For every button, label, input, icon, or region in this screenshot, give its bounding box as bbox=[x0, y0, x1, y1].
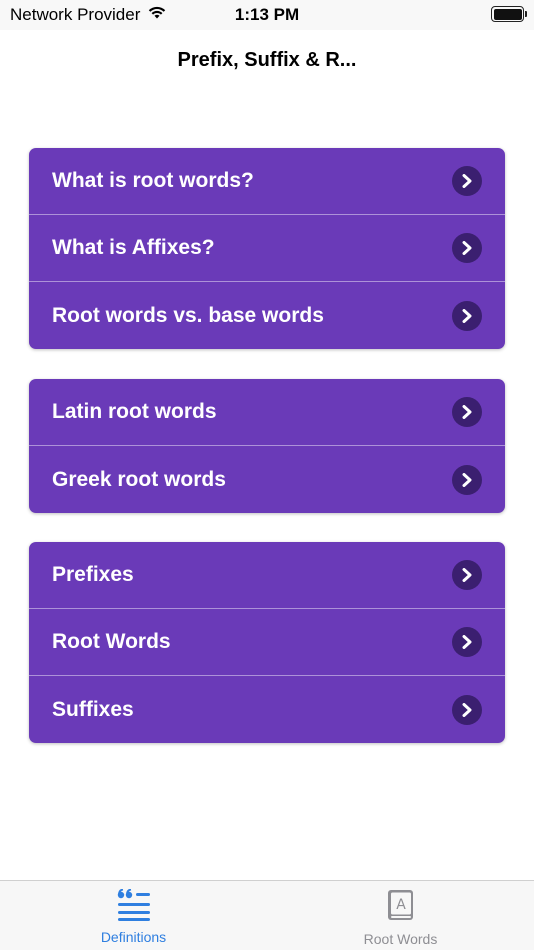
book-icon: A bbox=[386, 890, 416, 927]
list-item-label: What is Affixes? bbox=[52, 236, 215, 259]
quote-list-icon bbox=[116, 888, 152, 925]
list-item-label: Root Words bbox=[52, 630, 171, 653]
menu-group-origins: Latin root words Greek root words bbox=[29, 379, 505, 513]
list-item-root-words[interactable]: Root Words bbox=[29, 609, 505, 676]
list-item-greek-root-words[interactable]: Greek root words bbox=[29, 446, 505, 513]
tab-root-words[interactable]: A Root Words bbox=[267, 889, 534, 947]
list-item-label: Suffixes bbox=[52, 697, 134, 721]
menu-group-definitions: What is root words? What is Affixes? Roo… bbox=[29, 148, 505, 349]
list-item-what-is-affixes[interactable]: What is Affixes? bbox=[29, 215, 505, 282]
chevron-right-icon bbox=[452, 464, 482, 495]
tab-label: Root Words bbox=[363, 931, 438, 947]
list-item-prefixes[interactable]: Prefixes bbox=[29, 542, 505, 609]
chevron-right-icon bbox=[452, 300, 482, 331]
list-item-label: Greek root words bbox=[52, 467, 226, 491]
list-item-root-vs-base-words[interactable]: Root words vs. base words bbox=[29, 282, 505, 349]
list-item-label: Prefixes bbox=[52, 563, 134, 586]
menu-group-word-parts: Prefixes Root Words Suffixes bbox=[29, 542, 505, 743]
tab-definitions[interactable]: Definitions bbox=[0, 888, 267, 945]
tab-label: Definitions bbox=[100, 929, 167, 945]
navigation-bar: Prefix, Suffix & R... bbox=[0, 30, 534, 92]
svg-text:A: A bbox=[396, 897, 406, 913]
chevron-right-icon bbox=[452, 233, 482, 263]
list-item-latin-root-words[interactable]: Latin root words bbox=[29, 379, 505, 446]
chevron-right-icon bbox=[452, 560, 482, 590]
chevron-right-icon bbox=[452, 627, 482, 657]
page-title: Prefix, Suffix & R... bbox=[177, 49, 357, 71]
list-item-suffixes[interactable]: Suffixes bbox=[29, 676, 505, 743]
chevron-right-icon bbox=[452, 397, 482, 427]
chevron-right-icon bbox=[452, 694, 482, 725]
list-item-label: What is root words? bbox=[52, 169, 254, 192]
status-time: 1:13 PM bbox=[234, 5, 300, 24]
tab-bar: Definitions A Root Words bbox=[0, 880, 534, 950]
list-item-label: Root words vs. base words bbox=[52, 303, 324, 327]
battery-icon bbox=[491, 6, 527, 22]
list-item-label: Latin root words bbox=[52, 400, 217, 423]
status-bar: Network Provider 1:13 PM bbox=[0, 0, 534, 30]
chevron-right-icon bbox=[452, 166, 482, 196]
list-item-what-is-root-words[interactable]: What is root words? bbox=[29, 148, 505, 215]
